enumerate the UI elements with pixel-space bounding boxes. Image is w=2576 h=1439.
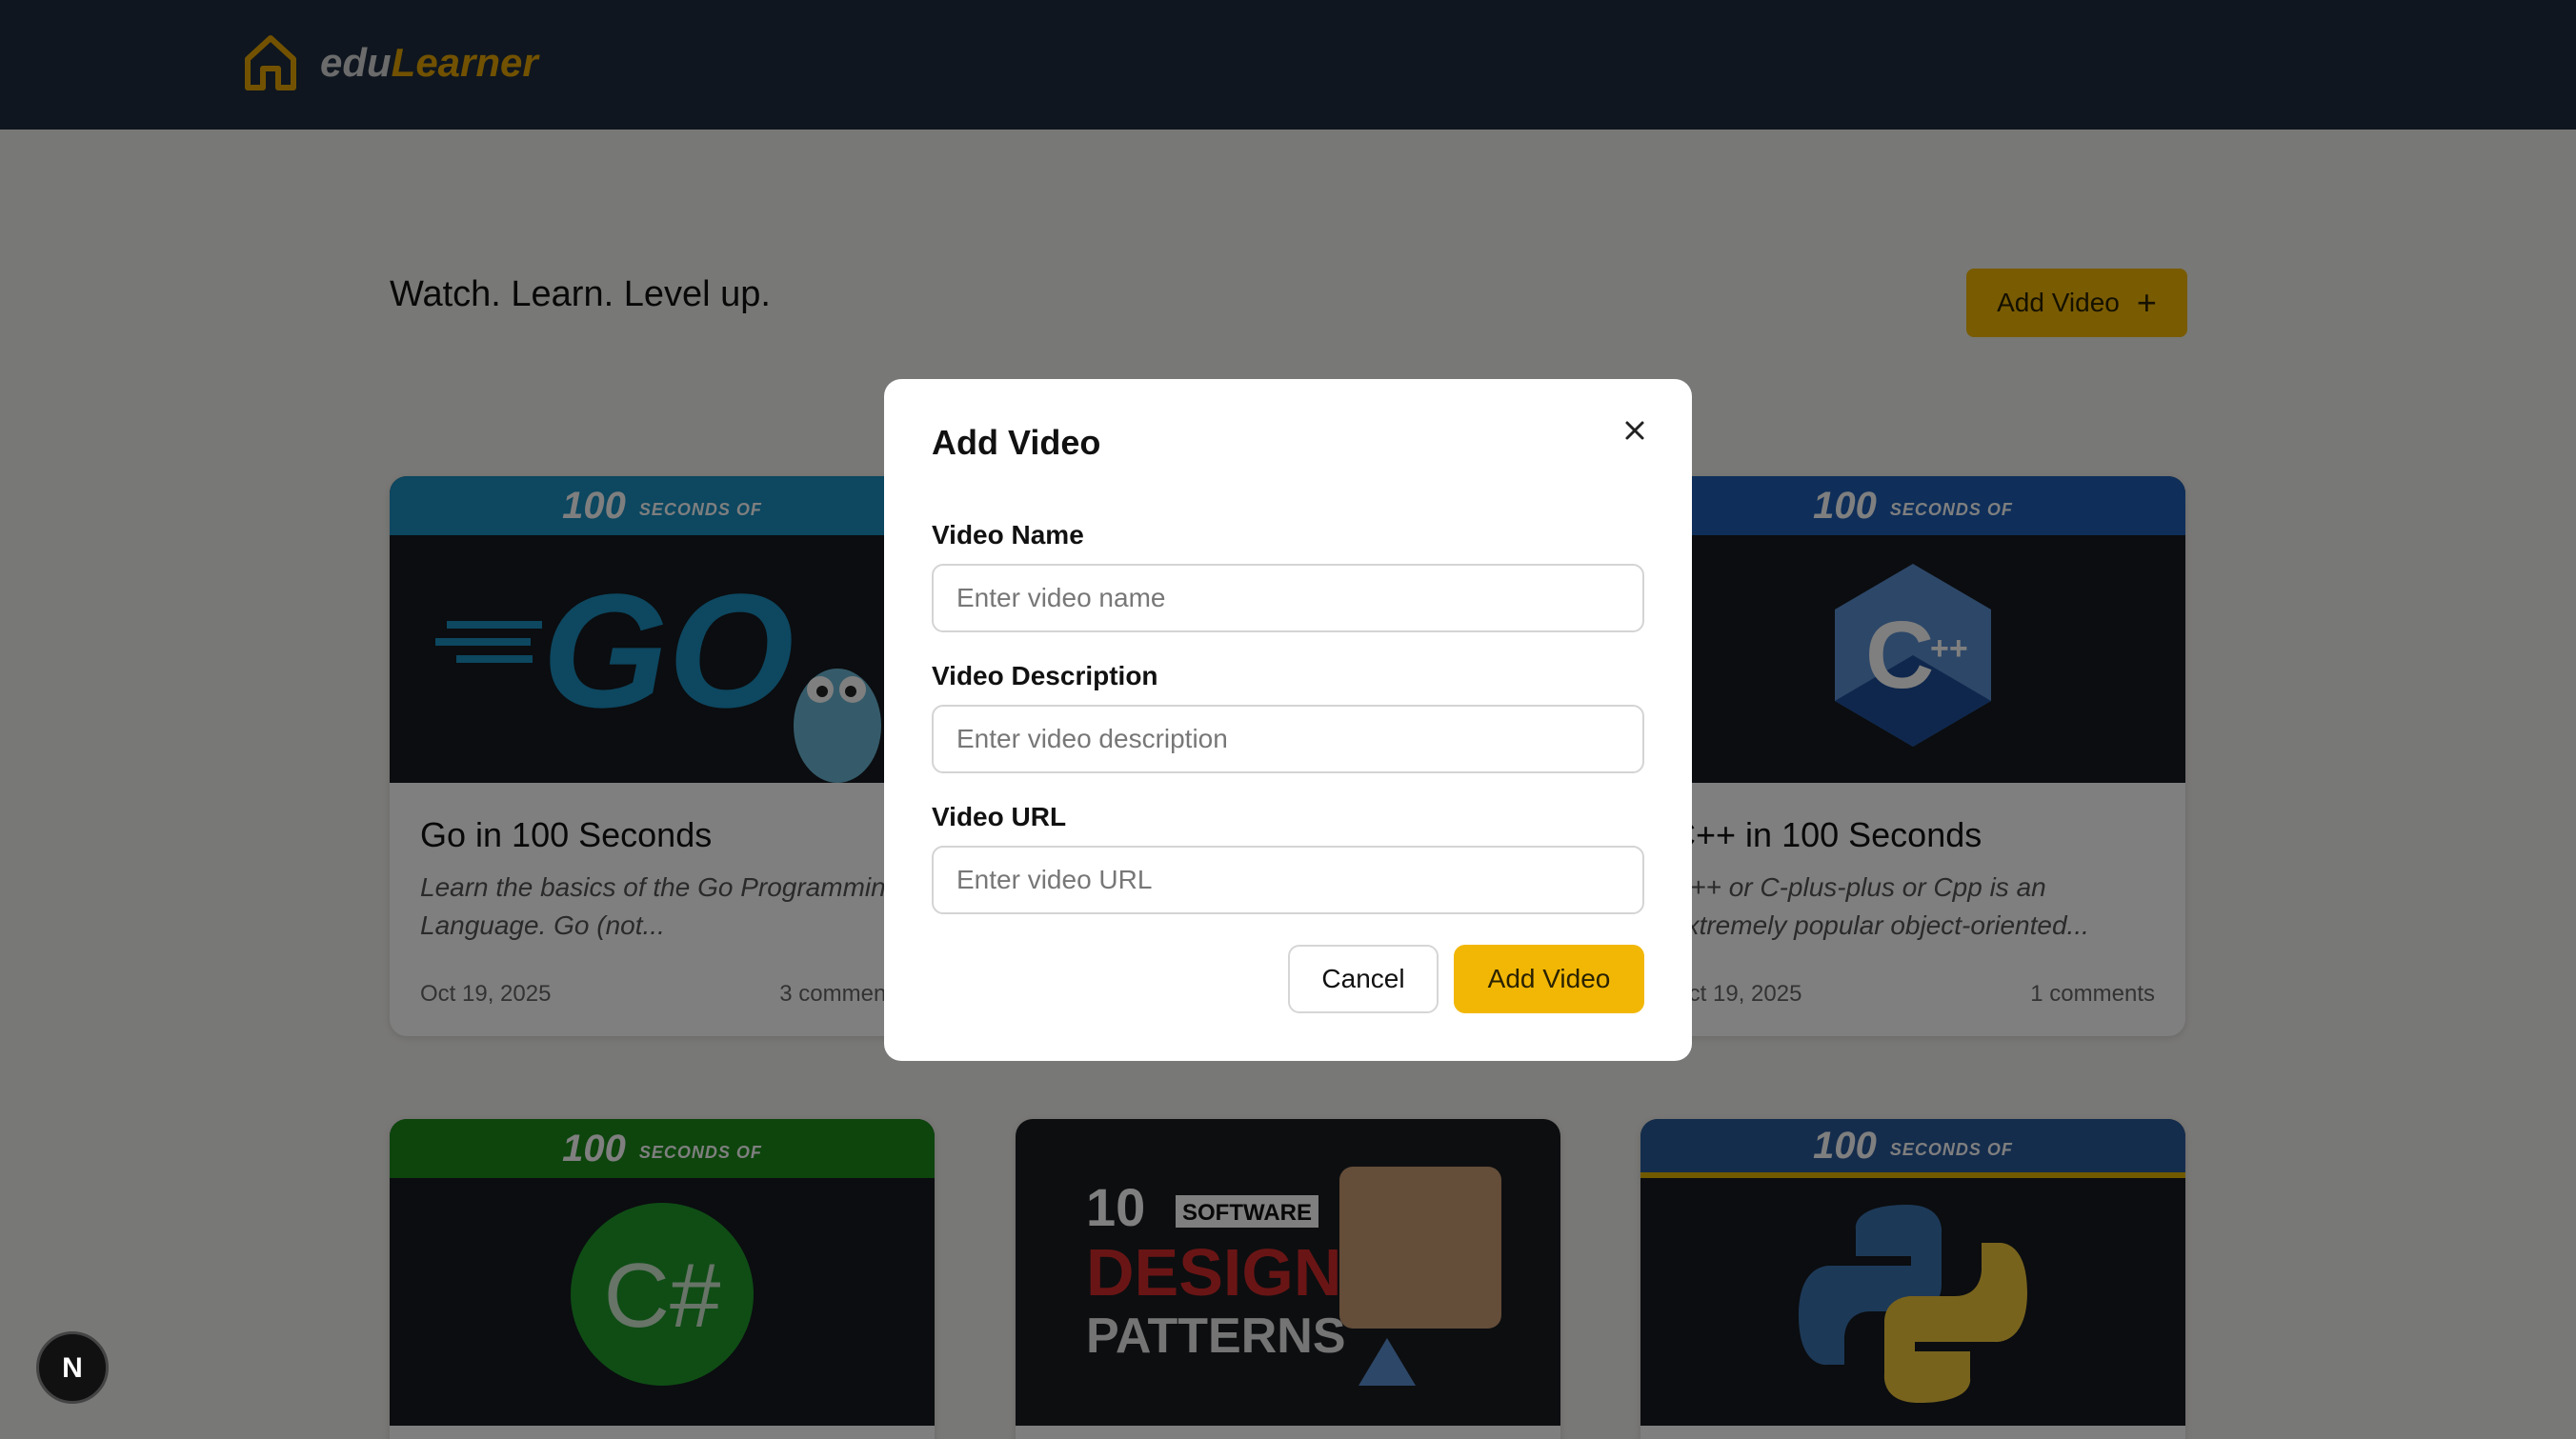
nextjs-logo-icon: N xyxy=(62,1352,83,1384)
nextjs-dev-badge[interactable]: N xyxy=(36,1331,109,1404)
video-name-label: Video Name xyxy=(932,520,1084,550)
submit-add-video-button[interactable]: Add Video xyxy=(1454,945,1644,1013)
video-description-input[interactable] xyxy=(932,705,1644,773)
video-description-label: Video Description xyxy=(932,661,1158,690)
cancel-button[interactable]: Cancel xyxy=(1288,945,1439,1013)
video-url-input[interactable] xyxy=(932,846,1644,914)
close-icon[interactable] xyxy=(1614,410,1656,451)
dialog-title: Add Video xyxy=(932,423,1101,462)
badge-letter: N xyxy=(62,1352,83,1384)
video-name-input[interactable] xyxy=(932,564,1644,632)
video-url-label: Video URL xyxy=(932,802,1067,831)
add-video-dialog: Add Video Video Name Video Description V… xyxy=(884,379,1692,1061)
